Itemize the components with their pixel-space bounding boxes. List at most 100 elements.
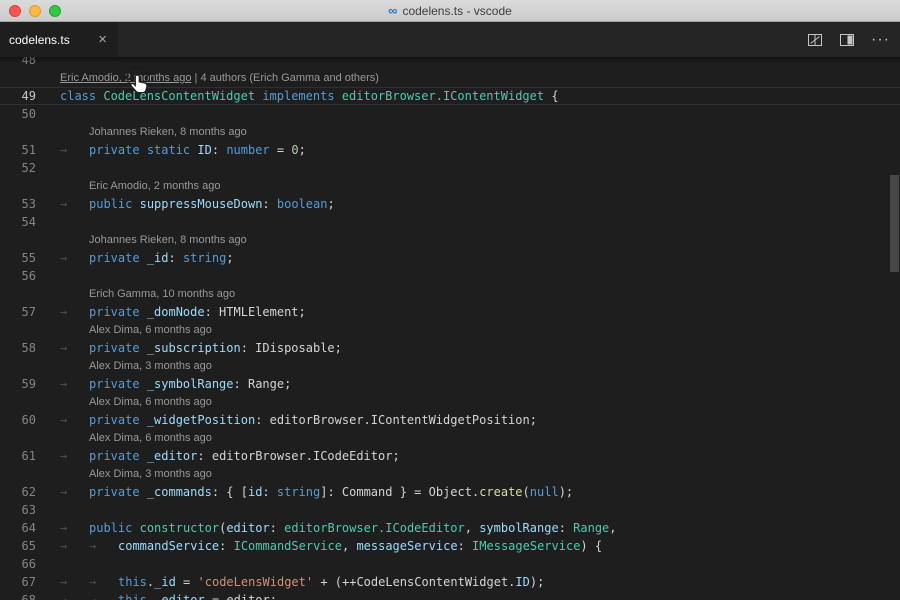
- tab-whitespace-arrow-icon: →: [89, 573, 118, 591]
- codelens-row: Alex Dima, 6 months ago: [0, 321, 900, 339]
- code-token: [132, 197, 139, 211]
- code-token: :: [270, 521, 284, 535]
- code-token: string: [183, 251, 226, 265]
- code-line-56[interactable]: 56: [0, 267, 900, 285]
- line-number: [0, 285, 60, 303]
- editor: 48Eric Amodio, 2 months ago | 4 authors …: [0, 57, 900, 600]
- code-token: class: [60, 89, 96, 103]
- code-line-58[interactable]: 58→private _subscription: IDisposable;: [0, 339, 900, 357]
- code-line-55[interactable]: 55→private _id: string;: [0, 249, 900, 267]
- code-token: create: [479, 485, 522, 499]
- codelens-row: Johannes Rieken, 8 months ago: [0, 231, 900, 249]
- code-line-61[interactable]: 61→private _editor: editorBrowser.ICodeE…: [0, 447, 900, 465]
- line-number: 59: [0, 375, 60, 393]
- codelens-blame-link[interactable]: Alex Dima, 3 months ago: [89, 360, 212, 372]
- code-token: : IDisposable;: [241, 341, 342, 355]
- code-token: editorBrowser.ICodeEditor: [284, 521, 465, 535]
- codelens-row: Eric Amodio, 2 months ago: [0, 177, 900, 195]
- code-line-53[interactable]: 53→public suppressMouseDown: boolean;: [0, 195, 900, 213]
- line-number: 64: [0, 519, 60, 537]
- codelens-blame-link[interactable]: Eric Amodio, 2 months ago: [89, 180, 220, 192]
- code-token: :: [559, 521, 573, 535]
- codelens-row: Alex Dima, 6 months ago: [0, 429, 900, 447]
- code-text: →private static ID: number = 0;: [60, 141, 900, 159]
- code-token: ;: [299, 143, 306, 157]
- more-actions-icon[interactable]: ···: [871, 31, 890, 49]
- code-token: constructor: [140, 521, 219, 535]
- code-line-64[interactable]: 64→public constructor(editor: editorBrow…: [0, 519, 900, 537]
- line-number: 52: [0, 159, 60, 177]
- codelens-row: Johannes Rieken, 8 months ago: [0, 123, 900, 141]
- codelens-blame-link[interactable]: Erich Gamma, 10 months ago: [89, 288, 235, 300]
- split-editor-icon[interactable]: [807, 32, 823, 48]
- line-number: 62: [0, 483, 60, 501]
- code-text: →private _id: string;: [60, 249, 900, 267]
- line-number: 67: [0, 573, 60, 591]
- code-line-59[interactable]: 59→private _symbolRange: Range;: [0, 375, 900, 393]
- code-token: private: [89, 449, 140, 463]
- code-line-49[interactable]: 49class CodeLensContentWidget implements…: [0, 87, 900, 105]
- tab-whitespace-arrow-icon: →: [60, 339, 89, 357]
- code-text: [60, 159, 900, 177]
- code-token: IMessageService: [472, 539, 580, 553]
- toggle-editor-layout-icon[interactable]: [839, 32, 855, 48]
- codelens-blame-link[interactable]: Alex Dima, 6 months ago: [89, 324, 212, 336]
- codelens-blame-link[interactable]: Johannes Rieken, 8 months ago: [89, 126, 247, 138]
- zoom-window-button[interactable]: [49, 5, 61, 17]
- code-line-62[interactable]: 62→private _commands: { [id: string]: Co…: [0, 483, 900, 501]
- code-text: →→commandService: ICommandService, messa…: [60, 537, 900, 555]
- line-number: [0, 231, 60, 249]
- code-token: private: [89, 251, 140, 265]
- tab-whitespace-arrow-icon: →: [60, 483, 89, 501]
- codelens-row: Eric Amodio, 2 months ago | 4 authors (E…: [0, 69, 900, 87]
- code-token: [140, 251, 147, 265]
- code-line-51[interactable]: 51→private static ID: number = 0;: [0, 141, 900, 159]
- tab-whitespace-arrow-icon: →: [60, 411, 89, 429]
- code-token: suppressMouseDown: [140, 197, 263, 211]
- line-number: 54: [0, 213, 60, 231]
- code-token: [140, 377, 147, 391]
- codelens-blame-link[interactable]: Johannes Rieken, 8 months ago: [89, 234, 247, 246]
- tab-label: codelens.ts: [9, 33, 96, 47]
- code-token: public: [89, 521, 132, 535]
- line-number: 51: [0, 141, 60, 159]
- code-line-60[interactable]: 60→private _widgetPosition: editorBrowse…: [0, 411, 900, 429]
- code-line-65[interactable]: 65→→commandService: ICommandService, mes…: [0, 537, 900, 555]
- scrollbar-thumb[interactable]: [890, 175, 899, 272]
- codelens-blame-link[interactable]: Alex Dima, 6 months ago: [89, 396, 212, 408]
- code-token: ;: [327, 197, 334, 211]
- code-line-67[interactable]: 67→→this._id = 'codeLensWidget' + (++Cod…: [0, 573, 900, 591]
- codelens-blame-link[interactable]: Alex Dima, 3 months ago: [89, 468, 212, 480]
- code-line-48[interactable]: 48: [0, 57, 900, 69]
- line-number: 53: [0, 195, 60, 213]
- code-line-63[interactable]: 63: [0, 501, 900, 519]
- code-line-66[interactable]: 66: [0, 555, 900, 573]
- code-token: _id: [147, 251, 169, 265]
- codelens-blame-link[interactable]: 4 authors (Erich Gamma and others): [200, 72, 379, 84]
- code-token: _widgetPosition: [147, 413, 255, 427]
- code-line-50[interactable]: 50: [0, 105, 900, 123]
- codelens-text-line: Erich Gamma, 10 months ago: [60, 285, 900, 303]
- code-token: : HTMLElement;: [205, 305, 306, 319]
- code-token: [140, 485, 147, 499]
- code-line-57[interactable]: 57→private _domNode: HTMLElement;: [0, 303, 900, 321]
- code-token: :: [169, 251, 183, 265]
- code-line-54[interactable]: 54: [0, 213, 900, 231]
- code-line-52[interactable]: 52: [0, 159, 900, 177]
- code-token: : editorBrowser.ICodeEditor;: [197, 449, 399, 463]
- codelens-blame-link[interactable]: Eric Amodio, 2 months ago: [60, 72, 191, 84]
- code-line-68[interactable]: 68→→this._editor = editor;: [0, 591, 900, 600]
- line-number: 50: [0, 105, 60, 123]
- minimize-window-button[interactable]: [29, 5, 41, 17]
- line-number: [0, 321, 60, 339]
- code-token: id: [248, 485, 262, 499]
- code-token: [335, 89, 342, 103]
- tab-whitespace-arrow-icon: →: [60, 375, 89, 393]
- tab-codelens-ts[interactable]: codelens.ts ×: [0, 22, 118, 57]
- close-tab-icon[interactable]: ×: [96, 32, 109, 47]
- close-window-button[interactable]: [9, 5, 21, 17]
- line-number: 68: [0, 591, 60, 600]
- code-text: →private _symbolRange: Range;: [60, 375, 900, 393]
- scrollbar[interactable]: [889, 114, 900, 600]
- codelens-blame-link[interactable]: Alex Dima, 6 months ago: [89, 432, 212, 444]
